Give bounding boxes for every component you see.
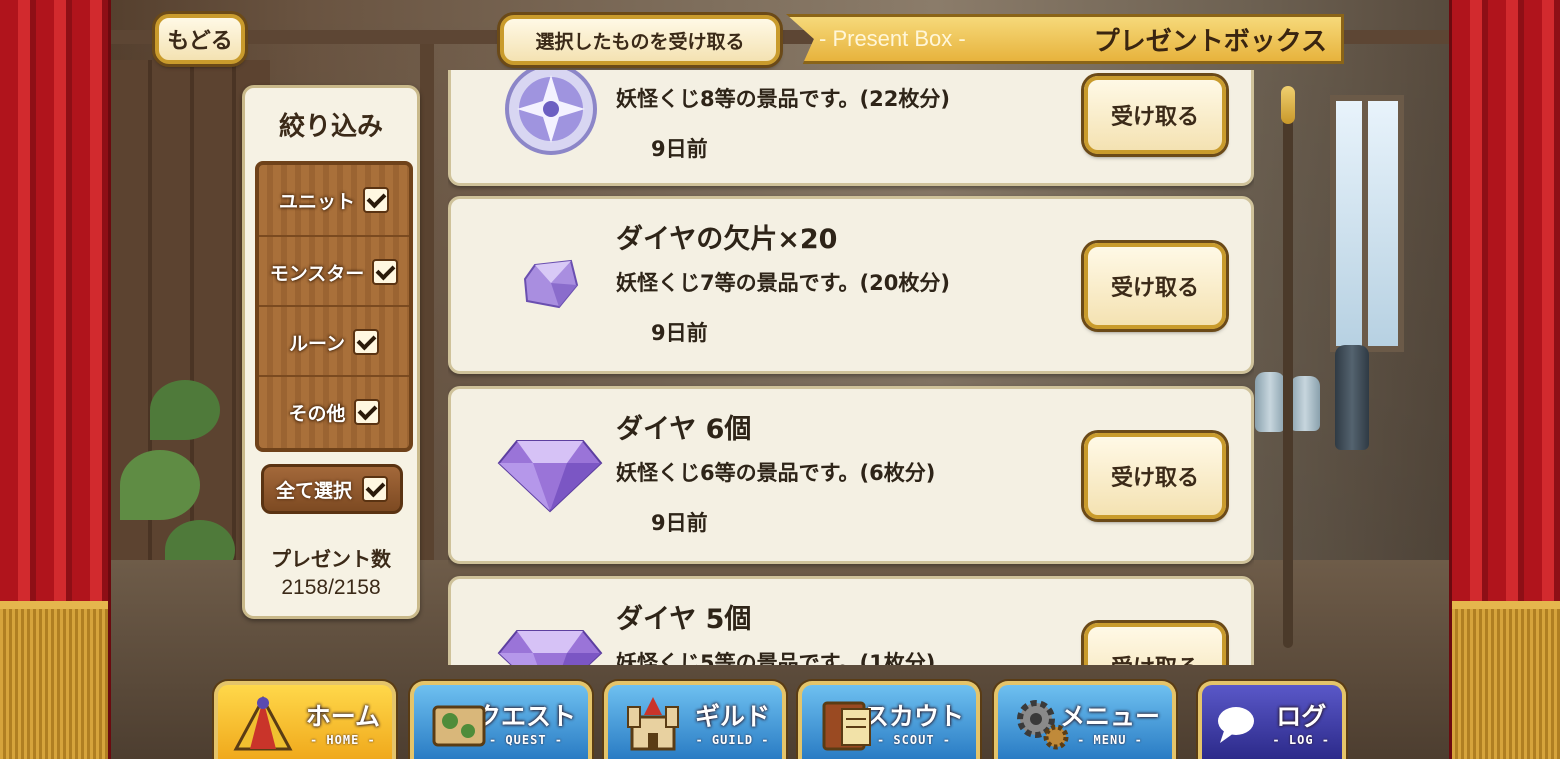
filter-category-list: ユニット モンスター ルーン その他 [255, 161, 413, 452]
nav-scout-label: スカウト [863, 702, 964, 731]
right-curtain [1449, 0, 1560, 759]
nav-home-sub: - HOME - [309, 733, 376, 747]
filter-other[interactable]: その他 [259, 375, 409, 447]
nav-log[interactable]: ログ - LOG - [1198, 681, 1346, 759]
nav-guild[interactable]: ギルド - GUILD - [604, 681, 786, 759]
nav-guild-sub: - GUILD - [695, 733, 770, 747]
present-description: 妖怪くじ7等の景品です。(20枚分) [616, 271, 950, 295]
checkbox-checked-icon[interactable] [353, 329, 380, 355]
receive-button[interactable]: 受け取る [1084, 623, 1226, 665]
jar [1255, 372, 1285, 432]
filter-unit[interactable]: ユニット [259, 165, 409, 235]
receive-button[interactable]: 受け取る [1084, 243, 1226, 329]
title-banner: - Present Box - プレゼントボックス [786, 14, 1344, 64]
present-time: 9日前 [651, 137, 708, 161]
filter-other-label: その他 [288, 402, 346, 425]
present-count-label: プレゼント数 [271, 547, 391, 571]
nav-menu-label: メニュー [1059, 702, 1160, 731]
nav-log-sub: - LOG - [1272, 733, 1330, 747]
checkbox-checked-icon[interactable] [353, 399, 380, 425]
nav-scout[interactable]: スカウト - SCOUT - [798, 681, 980, 759]
nav-guild-label: ギルド [694, 702, 770, 731]
window [1330, 95, 1404, 352]
nav-menu[interactable]: メニュー - MENU - [994, 681, 1176, 759]
diamond-icon [497, 630, 603, 665]
present-list[interactable]: 妖怪くじ8等の景品です。(22枚分) 9日前 受け取る ダイヤの欠片×20 妖怪… [448, 70, 1254, 665]
receive-selected-button[interactable]: 選択したものを受け取る [500, 15, 780, 65]
present-description: 妖怪くじ5等の景品です。(1枚分) [616, 651, 936, 665]
page-title: プレゼントボックス [1093, 26, 1327, 57]
checkbox-checked-icon[interactable] [363, 187, 389, 213]
present-time: 9日前 [651, 511, 708, 535]
diamond-icon [497, 440, 603, 513]
receive-button[interactable]: 受け取る [1084, 433, 1226, 519]
chat-bubble-icon [1218, 707, 1254, 743]
filter-unit-label: ユニット [278, 190, 355, 213]
present-description: 妖怪くじ8等の景品です。(22枚分) [616, 87, 950, 111]
scrollbar-track[interactable] [1283, 88, 1293, 648]
nav-quest[interactable]: クエスト - QUEST - [410, 681, 592, 759]
gear-icon [1017, 700, 1069, 750]
nav-log-label: ログ [1276, 702, 1327, 731]
present-count-value: 2158/2158 [281, 576, 381, 599]
select-all-label: 全て選択 [275, 479, 352, 502]
map-icon [432, 705, 486, 747]
present-card: ダイヤ 6個 妖怪くじ6等の景品です。(6枚分) 9日前 受け取る [448, 386, 1254, 564]
nav-menu-sub: - MENU - [1077, 733, 1143, 747]
filter-rune[interactable]: ルーン [259, 305, 409, 377]
filter-title: 絞り込み [278, 112, 383, 142]
filter-monster[interactable]: モンスター [259, 235, 409, 307]
present-card: 妖怪くじ8等の景品です。(22枚分) 9日前 受け取る [448, 70, 1254, 186]
filter-monster-label: モンスター [269, 262, 365, 285]
present-name: ダイヤ 6個 [616, 414, 752, 445]
plant-leaf [150, 380, 220, 440]
wooden-beam [420, 40, 434, 580]
scrollbar-thumb[interactable] [1281, 86, 1295, 124]
present-description: 妖怪くじ6等の景品です。(6枚分) [616, 461, 936, 485]
present-name: ダイヤ 5個 [616, 604, 752, 635]
select-all-button[interactable]: 全て選択 [261, 464, 403, 514]
tent-icon [233, 695, 293, 751]
present-card: ダイヤの欠片×20 妖怪くじ7等の景品です。(20枚分) 9日前 受け取る [448, 196, 1254, 374]
nav-home[interactable]: ホーム - HOME - [214, 681, 396, 759]
present-card: ダイヤ 5個 妖怪くじ5等の景品です。(1枚分) 受け取る [448, 576, 1254, 665]
title-english: - Present Box - [819, 26, 966, 51]
back-button[interactable]: もどる [155, 14, 245, 64]
present-time: 9日前 [651, 321, 708, 345]
rune-crystal-icon [505, 70, 597, 155]
nav-quest-label: クエスト [475, 702, 576, 731]
nav-home-label: ホーム [305, 702, 380, 731]
bottle [1335, 345, 1369, 450]
filter-panel: 絞り込み ユニット モンスター ルーン その他 全て選択 プレゼント数 2158… [242, 85, 420, 619]
left-curtain [0, 0, 111, 759]
castle-icon [627, 697, 679, 751]
checkbox-checked-icon[interactable] [362, 476, 388, 502]
jar [1290, 376, 1320, 431]
nav-scout-sub: - SCOUT - [876, 733, 951, 747]
present-name: ダイヤの欠片×20 [616, 224, 838, 255]
checkbox-checked-icon[interactable] [372, 259, 399, 285]
receive-button[interactable]: 受け取る [1084, 76, 1226, 154]
scout-book-icon [822, 701, 871, 751]
filter-rune-label: ルーン [288, 332, 346, 355]
plant-leaf [120, 450, 200, 520]
nav-quest-sub: - QUEST - [488, 733, 563, 747]
diamond-shard-icon [523, 259, 579, 309]
